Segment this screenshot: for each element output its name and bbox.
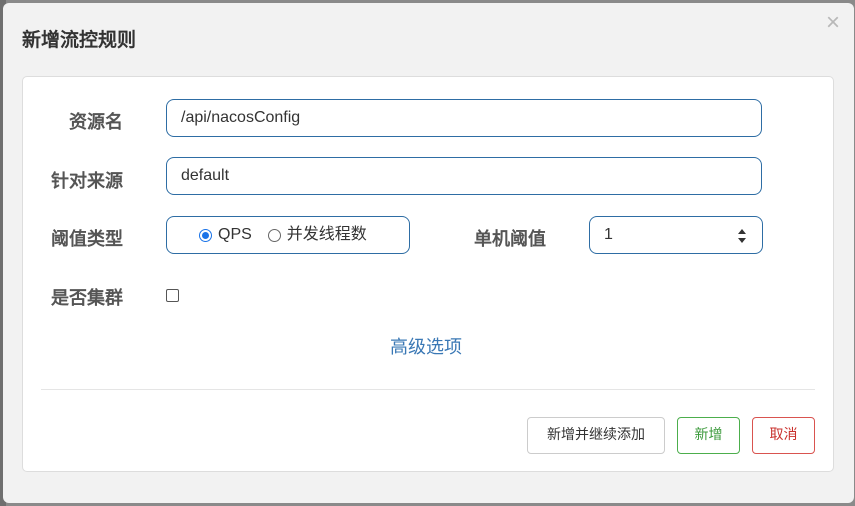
- divider: [41, 389, 815, 390]
- single-threshold-label: 单机阈值: [474, 229, 546, 250]
- add-and-continue-button[interactable]: 新增并继续添加: [527, 417, 665, 454]
- threshold-type-radio-group: QPS 并发线程数: [166, 216, 410, 254]
- threshold-type-label: 阈值类型: [51, 229, 123, 250]
- single-threshold-value: 1: [604, 226, 613, 243]
- add-button[interactable]: 新增: [677, 417, 740, 454]
- resource-name-label: 资源名: [69, 112, 123, 133]
- cluster-label: 是否集群: [51, 288, 123, 309]
- number-spinner-icon[interactable]: [736, 228, 746, 244]
- cluster-checkbox[interactable]: [166, 289, 179, 302]
- origin-label: 针对来源: [51, 171, 123, 192]
- cancel-button[interactable]: 取消: [752, 417, 815, 454]
- dialog-title: 新增流控规则: [22, 29, 137, 51]
- qps-radio-label[interactable]: QPS: [218, 217, 252, 253]
- single-threshold-input[interactable]: 1: [589, 216, 763, 254]
- qps-radio[interactable]: [199, 228, 212, 242]
- form-panel: 资源名 /api/nacosConfig 针对来源 default 阈值类型 Q…: [22, 76, 834, 472]
- origin-input[interactable]: default: [166, 157, 762, 195]
- flow-rule-dialog: 新增流控规则 × 资源名 /api/nacosConfig 针对来源 defau…: [3, 3, 854, 503]
- thread-count-radio-label[interactable]: 并发线程数: [287, 217, 367, 253]
- thread-count-radio[interactable]: [267, 228, 281, 242]
- close-icon[interactable]: ×: [826, 11, 840, 35]
- resource-name-input[interactable]: /api/nacosConfig: [166, 99, 762, 137]
- advanced-options-link[interactable]: 高级选项: [390, 333, 462, 359]
